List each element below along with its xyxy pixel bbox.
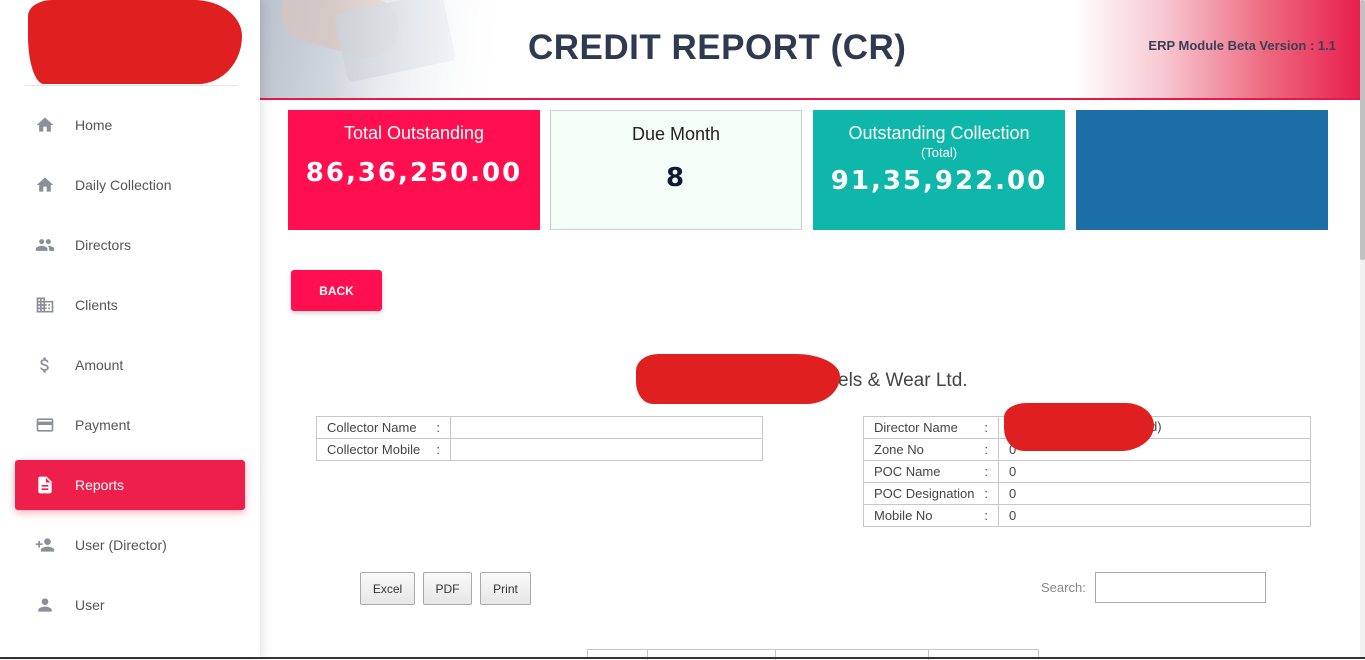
sidebar-item-label: Reports	[75, 477, 125, 493]
sidebar-item-amount[interactable]: Amount	[15, 340, 245, 390]
home-icon	[35, 175, 55, 195]
sidebar-item-label: Home	[75, 117, 113, 133]
card-value: 86,36,250.00	[305, 158, 523, 188]
sidebar-item-label: Amount	[75, 357, 124, 373]
header-banner-image	[260, 0, 500, 98]
version-label: ERP Module Beta Version : 1.1	[1148, 38, 1336, 53]
poc-designation-value: 0	[998, 482, 1311, 505]
collector-info-table: Collector Name: Collector Mobile:	[316, 416, 763, 461]
scrollbar-thumb[interactable]	[1360, 0, 1365, 260]
document-icon	[35, 475, 55, 495]
sidebar-item-user[interactable]: User	[15, 580, 245, 630]
sidebar-item-payment[interactable]: Payment	[15, 400, 245, 450]
total-outstanding-card: Total Outstanding 86,36,250.00	[288, 110, 540, 230]
sidebar-item-directors[interactable]: Directors	[15, 220, 245, 270]
table-row: Mobile No: 0	[863, 504, 1311, 527]
person-icon	[35, 595, 55, 615]
excel-button[interactable]: Excel	[360, 572, 415, 605]
home-icon	[35, 115, 55, 135]
outstanding-collection-card: Outstanding Collection (Total) 91,35,922…	[813, 110, 1065, 230]
table-row: Collector Name:	[316, 416, 763, 439]
company-name-visible: els & Wear Ltd.	[838, 370, 968, 391]
print-button[interactable]: Print	[480, 572, 531, 605]
card-title: Total Outstanding	[343, 123, 485, 143]
collector-name-label: Collector Name	[327, 420, 417, 435]
collector-name-value	[450, 416, 763, 439]
page-title: CREDIT REPORT (CR)	[528, 28, 907, 67]
search-label: Search:	[1041, 580, 1086, 595]
director-name-label: Director Name	[874, 420, 958, 435]
sidebar-item-label: Clients	[75, 297, 118, 313]
logo-area	[24, 0, 242, 86]
sidebar-item-clients[interactable]: Clients	[15, 280, 245, 330]
page-header: CREDIT REPORT (CR) ERP Module Beta Versi…	[260, 0, 1365, 100]
colon: :	[984, 464, 988, 479]
search-input[interactable]	[1095, 572, 1266, 603]
colon: :	[984, 486, 988, 501]
colon: :	[436, 420, 440, 435]
colon: :	[436, 442, 440, 457]
collector-mobile-label: Collector Mobile	[327, 442, 421, 457]
mobile-no-value: 0	[998, 504, 1311, 527]
redacted-company-name	[636, 354, 840, 404]
due-month-card: Due Month 8	[550, 110, 802, 230]
table-row: POC Name: 0	[863, 460, 1311, 483]
sidebar-item-label: Directors	[75, 237, 132, 253]
redacted-logo	[28, 0, 242, 84]
add-user-icon	[35, 535, 55, 555]
colon: :	[984, 442, 988, 457]
mobile-no-label: Mobile No	[874, 508, 933, 523]
colon: :	[984, 420, 988, 435]
sidebar-item-home[interactable]: Home	[15, 100, 245, 150]
table-row: POC Designation: 0	[863, 482, 1311, 505]
collector-mobile-value	[450, 438, 763, 461]
card-title: Outstanding Collection	[848, 123, 1030, 143]
sidebar-item-user-director[interactable]: User (Director)	[15, 520, 245, 570]
poc-name-value: 0	[998, 460, 1311, 483]
sidebar-item-label: User (Director)	[75, 537, 167, 553]
sidebar: Home Daily Collection Directors Clients …	[0, 0, 260, 659]
dollar-icon	[35, 355, 55, 375]
page-scrollbar[interactable]	[1360, 0, 1365, 659]
poc-designation-label: POC Designation	[874, 486, 975, 501]
sidebar-nav: Home Daily Collection Directors Clients …	[15, 100, 245, 640]
card-subtitle: (Total)	[920, 145, 958, 160]
zone-no-label: Zone No	[874, 442, 924, 457]
sidebar-item-label: User	[75, 597, 105, 613]
card-title: Due Month	[631, 124, 721, 144]
sidebar-item-label: Payment	[75, 417, 131, 433]
colon: :	[984, 508, 988, 523]
building-icon	[35, 295, 55, 315]
credit-card-icon	[35, 415, 55, 435]
sidebar-item-label: Daily Collection	[75, 177, 172, 193]
table-row: Collector Mobile:	[316, 438, 763, 461]
poc-name-label: POC Name	[874, 464, 941, 479]
card-value: 91,35,922.00	[830, 166, 1048, 196]
sidebar-item-reports[interactable]: Reports	[15, 460, 245, 510]
pdf-button[interactable]: PDF	[423, 572, 472, 605]
redacted-director-name	[1004, 403, 1154, 451]
back-button[interactable]: BACK	[291, 270, 382, 311]
sidebar-item-daily-collection[interactable]: Daily Collection	[15, 160, 245, 210]
card-value: 8	[665, 163, 687, 193]
empty-card	[1076, 110, 1328, 230]
people-icon	[35, 235, 55, 255]
